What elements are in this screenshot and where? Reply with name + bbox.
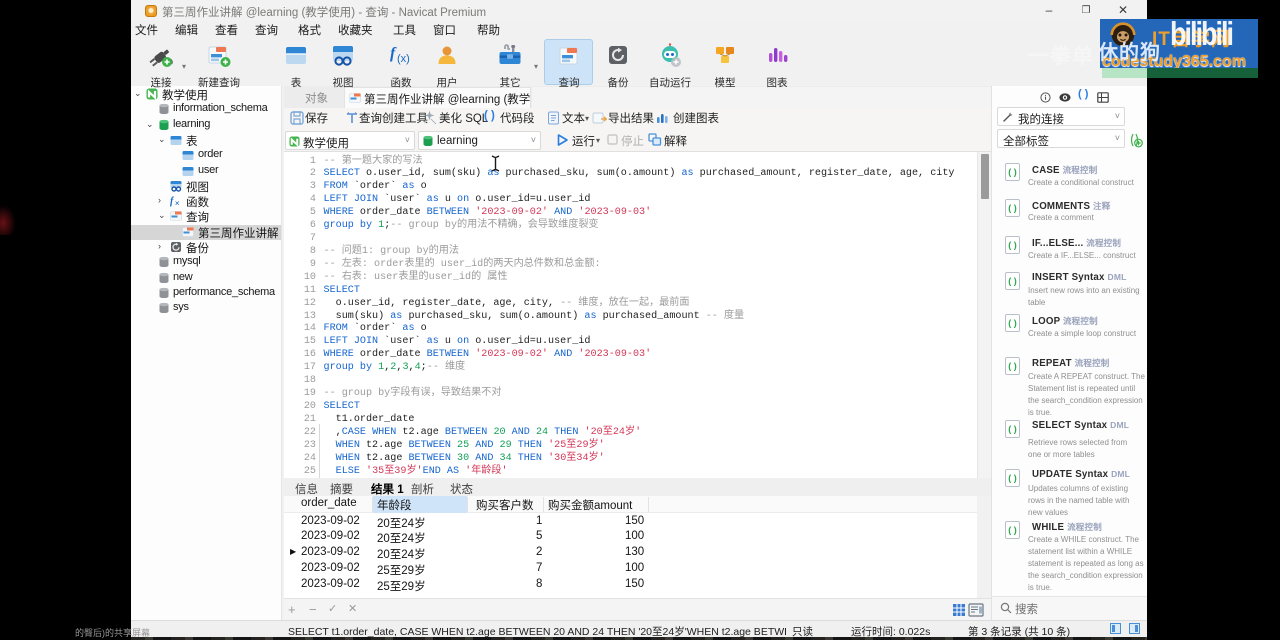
svg-text:✕: ✕	[175, 201, 180, 208]
svg-text:(x): (x)	[397, 53, 410, 65]
svg-text:f: f	[390, 45, 397, 62]
